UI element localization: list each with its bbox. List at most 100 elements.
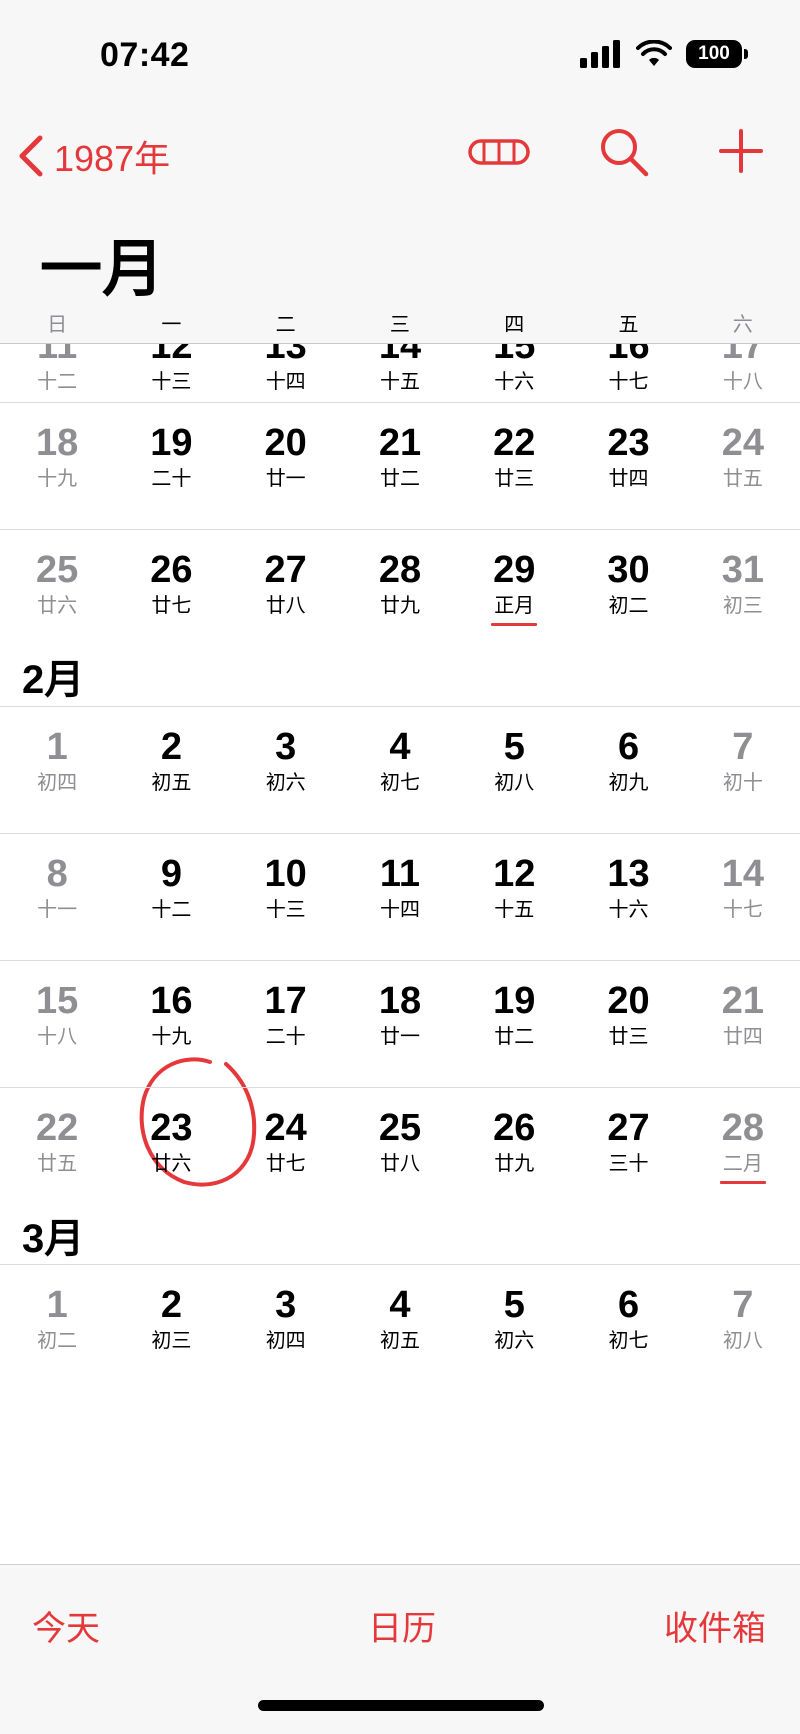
day-cell[interactable]: 21 廿二: [343, 403, 457, 492]
lunar-date: 十三: [265, 899, 306, 921]
day-cell[interactable]: 14 十七: [686, 834, 800, 923]
month-section-label: 3月: [22, 1217, 85, 1261]
day-cell[interactable]: 29 正月: [457, 530, 571, 626]
status-icons: 100: [580, 40, 748, 68]
day-cell[interactable]: 16 十九: [114, 961, 228, 1050]
day-cell[interactable]: 15 十八: [0, 961, 114, 1050]
lunar-date: 十九: [151, 1026, 192, 1048]
day-cell[interactable]: 20 廿三: [571, 961, 685, 1050]
day-cell[interactable]: 24 廿七: [229, 1088, 343, 1177]
day-cell[interactable]: 7 初八: [686, 1265, 800, 1354]
lunar-date: 初八: [722, 1330, 763, 1352]
lunar-date: 十五: [494, 899, 535, 921]
day-cell[interactable]: 15 十六: [457, 344, 571, 395]
day-cell[interactable]: 31 初三: [686, 530, 800, 619]
day-cell[interactable]: 8 十一: [0, 834, 114, 923]
day-cell[interactable]: 21 廿四: [686, 961, 800, 1050]
lunar-date: 廿六: [151, 1153, 192, 1175]
plus-icon[interactable]: [718, 128, 764, 174]
tab-calendars[interactable]: 日历: [368, 1601, 436, 1650]
day-cell[interactable]: 12 十五: [457, 834, 571, 923]
day-cell[interactable]: 25 廿六: [0, 530, 114, 619]
day-cell[interactable]: 28 二月: [686, 1088, 800, 1184]
day-number: 13: [607, 853, 650, 895]
day-cell[interactable]: 5 初六: [457, 1265, 571, 1354]
battery-level: 100: [698, 43, 730, 64]
day-number: 2: [160, 726, 182, 768]
day-cell[interactable]: 26 廿七: [114, 530, 228, 619]
day-cell[interactable]: 16 十七: [571, 344, 685, 395]
day-cell[interactable]: 6 初九: [571, 707, 685, 796]
day-cell[interactable]: 7 初十: [686, 707, 800, 796]
day-number: 24: [264, 1107, 307, 1149]
day-cell[interactable]: 2 初五: [114, 707, 228, 796]
day-number: 18: [35, 422, 79, 464]
lunar-date: 廿八: [265, 595, 306, 617]
day-number: 7: [732, 1284, 754, 1326]
day-number: 11: [379, 853, 421, 895]
day-cell[interactable]: 17 十八: [686, 344, 800, 395]
lunar-date: 十二: [37, 371, 78, 393]
back-button[interactable]: 1987年: [16, 130, 170, 182]
day-cell[interactable]: 9 十二: [114, 834, 228, 923]
day-cell[interactable]: 28 廿九: [343, 530, 457, 619]
day-number: 1: [46, 1284, 68, 1326]
day-cell[interactable]: 25 廿八: [343, 1088, 457, 1177]
day-cell[interactable]: 27 三十: [571, 1088, 685, 1177]
day-cell[interactable]: 23 廿四: [571, 403, 685, 492]
lunar-date: 初七: [379, 772, 420, 794]
month-title: 一月: [40, 235, 165, 304]
day-cell[interactable]: 2 初三: [114, 1265, 228, 1354]
month-header: 一月 日 一 二 三 四 五 六: [0, 210, 800, 344]
day-cell[interactable]: 19 二十: [114, 403, 228, 492]
day-cell[interactable]: 17 二十: [229, 961, 343, 1050]
day-number: 14: [378, 344, 422, 367]
tab-today[interactable]: 今天: [32, 1601, 100, 1650]
day-cell[interactable]: 3 初六: [229, 707, 343, 796]
lunar-date: 廿七: [265, 1153, 306, 1175]
lunar-date: 初六: [494, 1330, 535, 1352]
day-cell[interactable]: 14 十五: [343, 344, 457, 395]
day-cell[interactable]: 4 初五: [343, 1265, 457, 1354]
week-row: 1 初二 2 初三 3 初四 4 初五 5 初六 6 初七 7 初八: [0, 1264, 800, 1392]
day-cell[interactable]: 18 廿一: [343, 961, 457, 1050]
lunar-date: 正月: [494, 595, 535, 617]
tab-inbox[interactable]: 收件箱: [664, 1601, 766, 1650]
lunar-date: 初四: [265, 1330, 306, 1352]
status-time: 07:42: [100, 36, 190, 74]
day-cell[interactable]: 12 十三: [114, 344, 228, 395]
day-cell[interactable]: 20 廿一: [229, 403, 343, 492]
week-row: 8 十一 9 十二 10 十三 11 十四 12 十五 13 十六 14 十七: [0, 833, 800, 961]
day-cell[interactable]: 11 十二: [0, 344, 114, 395]
lunar-date: 初五: [379, 1330, 420, 1352]
day-cell[interactable]: 13 十六: [571, 834, 685, 923]
lunar-date: 廿四: [722, 1026, 763, 1048]
capsule-view-icon[interactable]: [468, 138, 530, 166]
day-cell[interactable]: 11 十四: [343, 834, 457, 923]
day-cell[interactable]: 13 十四: [229, 344, 343, 395]
day-cell[interactable]: 6 初七: [571, 1265, 685, 1354]
day-cell[interactable]: 3 初四: [229, 1265, 343, 1354]
day-number: 8: [46, 853, 68, 895]
day-cell[interactable]: 27 廿八: [229, 530, 343, 619]
lunar-date: 十八: [37, 1026, 78, 1048]
search-icon[interactable]: [598, 126, 650, 178]
day-cell[interactable]: 5 初八: [457, 707, 571, 796]
day-cell[interactable]: 18 十九: [0, 403, 114, 492]
weekday-label: 六: [732, 314, 753, 336]
day-cell[interactable]: 23 廿六: [114, 1088, 228, 1177]
day-cell[interactable]: 30 初二: [571, 530, 685, 619]
calendar-grid[interactable]: 11 十二 12 十三 13 十四 14 十五 15 十六 16 十七 17 十八 18 十九 19 二十 20 廿一…: [0, 344, 800, 1564]
weekday-label: 四: [504, 314, 525, 336]
day-cell[interactable]: 24 廿五: [686, 403, 800, 492]
day-cell[interactable]: 1 初四: [0, 707, 114, 796]
day-cell[interactable]: 1 初二: [0, 1265, 114, 1354]
lunar-date: 十二: [151, 899, 192, 921]
day-cell[interactable]: 19 廿二: [457, 961, 571, 1050]
day-cell[interactable]: 10 十三: [229, 834, 343, 923]
day-cell[interactable]: 22 廿三: [457, 403, 571, 492]
day-number: 20: [607, 980, 650, 1022]
day-cell[interactable]: 22 廿五: [0, 1088, 114, 1177]
day-cell[interactable]: 26 廿九: [457, 1088, 571, 1177]
day-cell[interactable]: 4 初七: [343, 707, 457, 796]
